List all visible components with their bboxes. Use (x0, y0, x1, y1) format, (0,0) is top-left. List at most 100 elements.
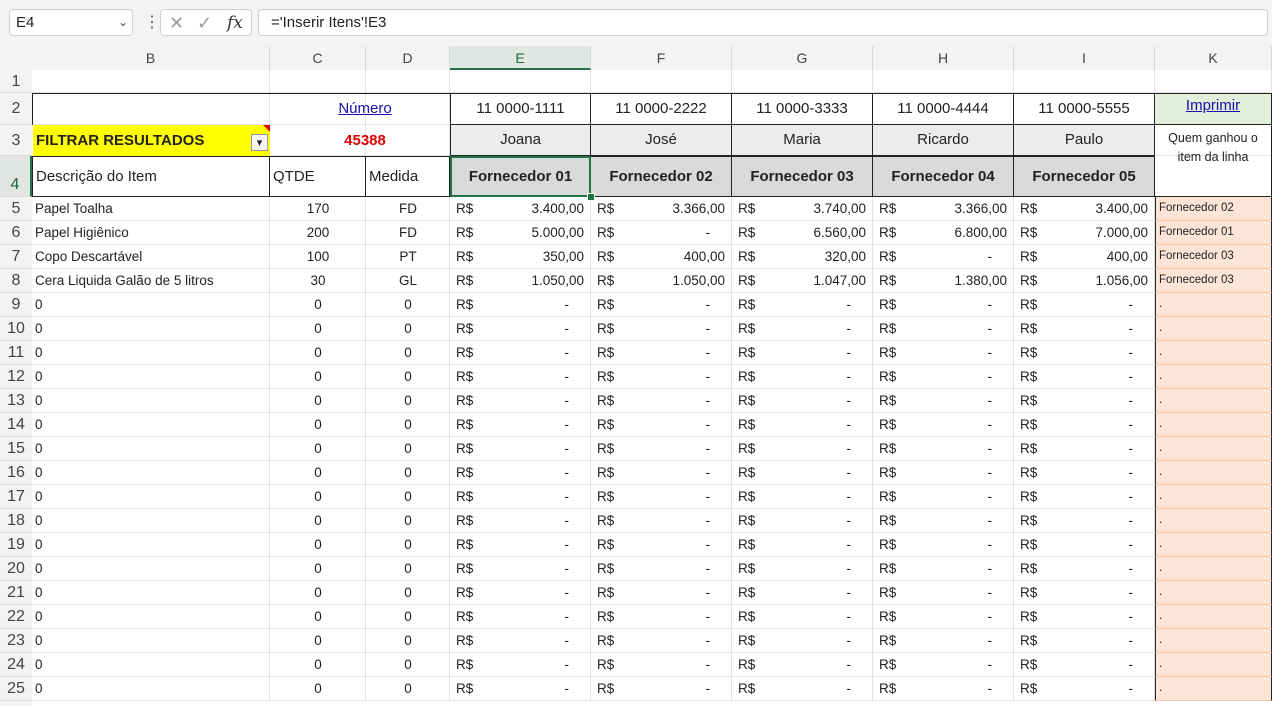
item-qty[interactable]: 0 (270, 605, 366, 629)
name-box[interactable]: E4 ⌄ (9, 9, 133, 36)
filter-results-cell[interactable]: FILTRAR RESULTADOS ▾ (33, 125, 270, 156)
supplier-title[interactable]: Fornecedor 05 (1014, 156, 1155, 197)
price-cell[interactable]: R$ - (1014, 653, 1155, 677)
item-unit[interactable]: 0 (366, 653, 450, 677)
supplier-title[interactable]: Fornecedor 02 (591, 156, 732, 197)
price-cell[interactable]: R$ - (1014, 677, 1155, 701)
winner-cell[interactable]: . (1155, 389, 1272, 413)
row-header-24[interactable]: 24 (0, 653, 32, 677)
price-cell[interactable]: R$ - (591, 629, 732, 653)
winner-cell[interactable]: . (1155, 365, 1272, 389)
winner-cell[interactable]: Fornecedor 01 (1155, 221, 1272, 245)
price-cell[interactable]: R$ - (591, 341, 732, 365)
item-qty[interactable]: 0 (270, 653, 366, 677)
price-cell[interactable]: R$ - (450, 557, 591, 581)
item-unit[interactable]: 0 (366, 365, 450, 389)
price-cell[interactable]: R$ - (450, 437, 591, 461)
price-cell[interactable]: R$ - (1014, 485, 1155, 509)
grid-cell[interactable] (732, 70, 873, 93)
price-cell[interactable]: R$ - (450, 605, 591, 629)
winner-cell[interactable]: . (1155, 341, 1272, 365)
price-cell[interactable]: R$ - (732, 581, 873, 605)
price-cell[interactable]: R$ - (873, 293, 1014, 317)
row-header-16[interactable]: 16 (0, 461, 32, 485)
item-description[interactable]: 0 (32, 677, 270, 701)
price-cell[interactable]: R$ - (450, 413, 591, 437)
fill-handle[interactable] (587, 193, 595, 201)
row-header-12[interactable]: 12 (0, 365, 32, 389)
price-cell[interactable]: R$ 3.400,00 (450, 197, 591, 221)
item-qty[interactable]: 0 (270, 341, 366, 365)
price-cell[interactable]: R$ - (732, 653, 873, 677)
row-header-18[interactable]: 18 (0, 509, 32, 533)
cancel-icon[interactable]: ✕ (169, 11, 184, 35)
item-qty[interactable]: 0 (270, 413, 366, 437)
supplier-phone[interactable]: 11 0000-4444 (873, 93, 1014, 125)
item-unit[interactable]: 0 (366, 509, 450, 533)
supplier-title[interactable]: Fornecedor 03 (732, 156, 873, 197)
winner-cell[interactable]: Fornecedor 03 (1155, 269, 1272, 293)
price-cell[interactable]: R$ - (1014, 461, 1155, 485)
price-cell[interactable]: R$ - (591, 509, 732, 533)
price-cell[interactable]: R$ - (732, 437, 873, 461)
item-description[interactable]: Papel Higiênico (32, 221, 270, 245)
supplier-phone[interactable]: 11 0000-5555 (1014, 93, 1155, 125)
item-qty[interactable]: 0 (270, 365, 366, 389)
grid-cell[interactable] (591, 70, 732, 93)
price-cell[interactable]: R$ - (732, 605, 873, 629)
item-unit[interactable]: 0 (366, 389, 450, 413)
item-qty[interactable]: 30 (270, 269, 366, 293)
item-qty[interactable]: 0 (270, 437, 366, 461)
price-cell[interactable]: R$ - (873, 557, 1014, 581)
item-description[interactable]: 0 (32, 365, 270, 389)
price-cell[interactable]: R$ - (732, 293, 873, 317)
winner-cell[interactable]: . (1155, 677, 1272, 701)
item-unit[interactable]: 0 (366, 605, 450, 629)
price-cell[interactable]: R$ - (873, 245, 1014, 269)
price-cell[interactable]: R$ - (732, 365, 873, 389)
price-cell[interactable]: R$ - (591, 557, 732, 581)
row-header-21[interactable]: 21 (0, 581, 32, 605)
row-header-4[interactable]: 4 (0, 156, 32, 197)
price-cell[interactable]: R$ - (1014, 437, 1155, 461)
item-qty[interactable]: 0 (270, 485, 366, 509)
price-cell[interactable]: R$ - (1014, 509, 1155, 533)
row-header-7[interactable]: 7 (0, 245, 32, 269)
price-cell[interactable]: R$ 400,00 (1014, 245, 1155, 269)
winner-cell[interactable]: . (1155, 533, 1272, 557)
column-header-c[interactable]: C (270, 46, 366, 70)
winner-cell[interactable]: . (1155, 581, 1272, 605)
column-header-f[interactable]: F (591, 46, 732, 70)
item-description[interactable]: 0 (32, 317, 270, 341)
insert-function-icon[interactable]: fx (227, 11, 243, 35)
price-cell[interactable]: R$ - (450, 533, 591, 557)
column-header-e[interactable]: E (450, 46, 591, 70)
price-cell[interactable]: R$ 6.800,00 (873, 221, 1014, 245)
item-description[interactable]: 0 (32, 485, 270, 509)
item-qty[interactable]: 0 (270, 629, 366, 653)
price-cell[interactable]: R$ - (873, 509, 1014, 533)
item-qty[interactable]: 0 (270, 509, 366, 533)
price-cell[interactable]: R$ - (450, 293, 591, 317)
item-description[interactable]: 0 (32, 581, 270, 605)
winner-cell[interactable]: Fornecedor 02 (1155, 197, 1272, 221)
price-cell[interactable]: R$ - (591, 605, 732, 629)
row-header-11[interactable]: 11 (0, 341, 32, 365)
more-options-icon[interactable]: ⋮ (144, 10, 160, 36)
price-cell[interactable]: R$ - (1014, 293, 1155, 317)
price-cell[interactable]: R$ - (732, 341, 873, 365)
row-header-15[interactable]: 15 (0, 437, 32, 461)
item-description[interactable]: Papel Toalha (32, 197, 270, 221)
price-cell[interactable]: R$ 1.047,00 (732, 269, 873, 293)
row-header-17[interactable]: 17 (0, 485, 32, 509)
item-unit[interactable]: FD (366, 221, 450, 245)
price-cell[interactable]: R$ 350,00 (450, 245, 591, 269)
item-description[interactable]: 0 (32, 341, 270, 365)
item-qty[interactable]: 0 (270, 317, 366, 341)
price-cell[interactable]: R$ - (591, 677, 732, 701)
price-cell[interactable]: R$ - (732, 461, 873, 485)
price-cell[interactable]: R$ 3.400,00 (1014, 197, 1155, 221)
price-cell[interactable]: R$ - (732, 317, 873, 341)
row-header-1[interactable]: 1 (0, 70, 32, 93)
item-qty[interactable]: 0 (270, 557, 366, 581)
